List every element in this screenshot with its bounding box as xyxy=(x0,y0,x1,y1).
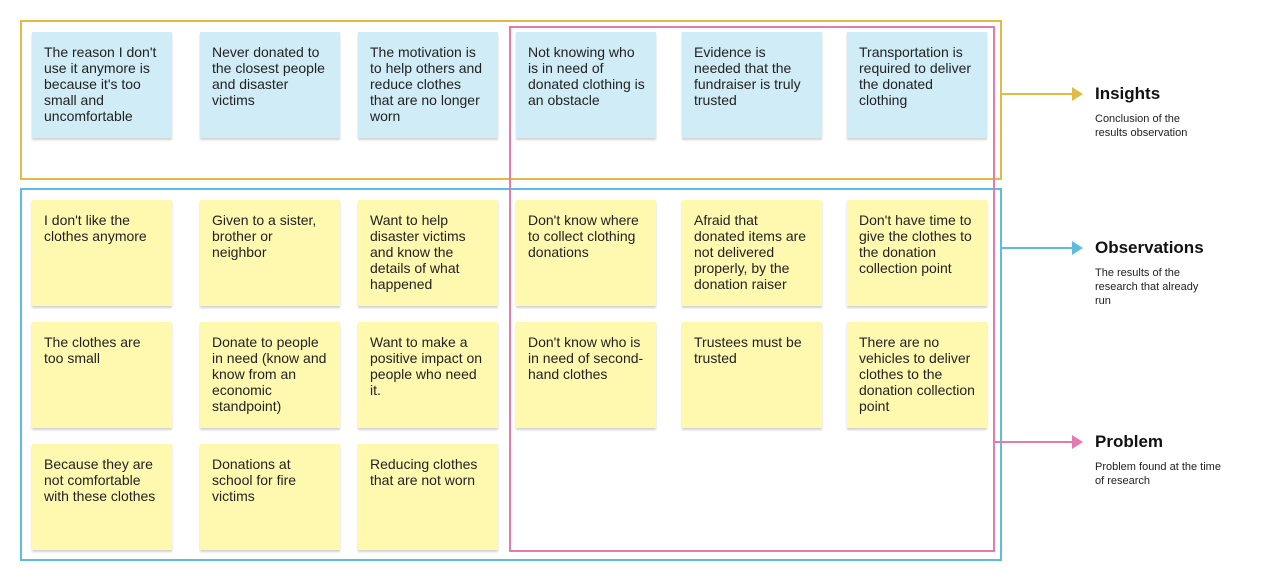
insights-arrow xyxy=(1001,87,1083,101)
legend-title: Problem xyxy=(1095,432,1164,451)
sticky-note[interactable]: I don't like the clothes anymore xyxy=(32,200,172,306)
sticky-note[interactable]: Never donated to the closest people and … xyxy=(200,32,340,138)
legend-desc: The results of the research that already… xyxy=(1095,267,1199,307)
legend-desc: Conclusion of the results observation xyxy=(1095,113,1188,139)
legend-problem: Problem Problem found at the time of res… xyxy=(1095,432,1230,488)
observations-arrow xyxy=(1001,241,1083,255)
sticky-note[interactable]: Reducing clothes that are not worn xyxy=(358,444,498,550)
sticky-note[interactable]: Want to help disaster victims and know t… xyxy=(358,200,498,306)
legend-observations: Observations The results of the research… xyxy=(1095,238,1205,308)
legend-desc: Problem found at the time of research xyxy=(1095,461,1221,487)
legend-title: Insights xyxy=(1095,84,1161,103)
affinity-diagram: The reason I don't use it anymore is bec… xyxy=(0,0,1264,586)
sticky-note[interactable]: Given to a sister, brother or neighbor xyxy=(200,200,340,306)
sticky-note[interactable]: Because they are not comfortable with th… xyxy=(32,444,172,550)
sticky-note[interactable]: The clothes are too small xyxy=(32,322,172,428)
sticky-note[interactable]: Want to make a positive impact on people… xyxy=(358,322,498,428)
sticky-note[interactable]: The reason I don't use it anymore is bec… xyxy=(32,32,172,138)
legend-title: Observations xyxy=(1095,238,1204,257)
problem-arrow xyxy=(994,435,1083,449)
sticky-note[interactable]: Donations at school for fire victims xyxy=(200,444,340,550)
sticky-note[interactable]: The motivation is to help others and red… xyxy=(358,32,498,138)
sticky-note[interactable]: Donate to people in need (know and know … xyxy=(200,322,340,428)
problem-frame xyxy=(509,26,995,552)
legend-insights: Insights Conclusion of the results obser… xyxy=(1095,84,1205,140)
